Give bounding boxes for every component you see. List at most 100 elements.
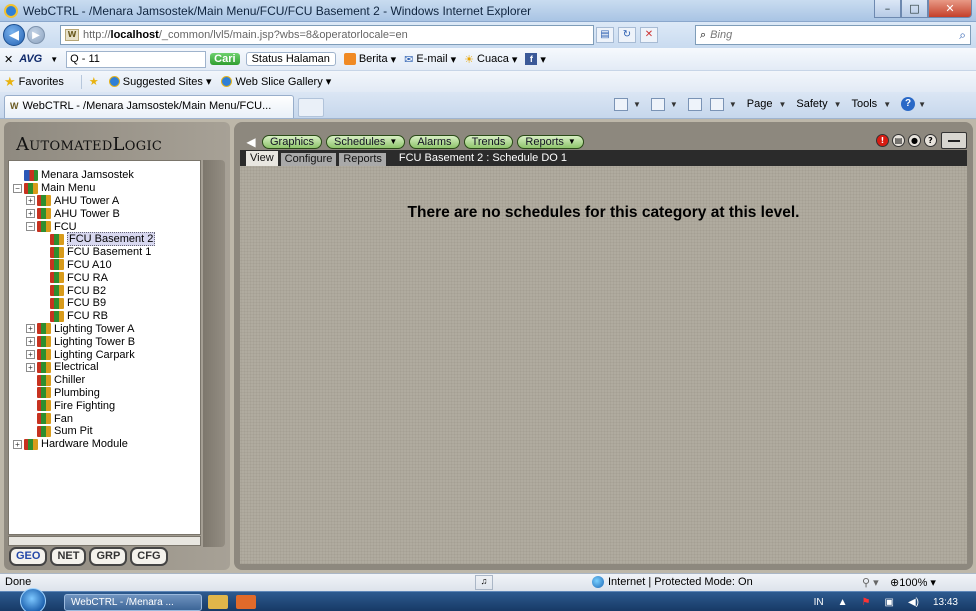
expand-icon[interactable]: + bbox=[26, 350, 35, 360]
page-menu[interactable]: Page bbox=[747, 98, 773, 110]
tree-item[interactable]: Plumbing bbox=[9, 387, 200, 400]
avg-logo[interactable]: AVG bbox=[19, 53, 42, 65]
avg-close-icon[interactable]: ✕ bbox=[4, 53, 13, 66]
close-button[interactable]: ✕ bbox=[928, 0, 972, 18]
tree-item[interactable]: + AHU Tower B bbox=[9, 207, 200, 220]
clock[interactable]: 13:43 bbox=[933, 597, 958, 608]
avg-search-input[interactable]: Q - 11 bbox=[66, 50, 207, 68]
tree-item[interactable]: FCU A10 bbox=[9, 259, 200, 272]
tree-item[interactable]: FCU Basement 2 bbox=[9, 232, 200, 247]
graphics-button[interactable]: Graphics bbox=[262, 134, 323, 149]
search-box[interactable]: ⌕ Bing ⌕ bbox=[695, 25, 971, 45]
subtab-view[interactable]: View bbox=[246, 151, 278, 166]
tree-tab-grp[interactable]: GRP bbox=[89, 547, 128, 566]
back-arrow-icon[interactable]: ◀ bbox=[240, 135, 262, 149]
tree-tab-geo[interactable]: GEO bbox=[9, 547, 48, 566]
tree-vertical-scrollbar[interactable] bbox=[203, 160, 225, 547]
subtab-reports[interactable]: Reports bbox=[339, 153, 386, 166]
browser-tab[interactable]: W WebCTRL - /Menara Jamsostek/Main Menu/F… bbox=[4, 95, 294, 118]
facebook-button[interactable]: f ▾ bbox=[525, 53, 546, 66]
collapse-icon[interactable]: − bbox=[26, 222, 35, 232]
print-dropdown-icon[interactable]: ▼ bbox=[729, 100, 737, 109]
tree-item[interactable]: + Hardware Module bbox=[9, 438, 200, 451]
tree-horizontal-scrollbar[interactable] bbox=[8, 536, 201, 546]
print-icon[interactable]: ▤ bbox=[892, 134, 905, 147]
network-icon[interactable]: ▣ bbox=[884, 597, 893, 608]
tree-item[interactable]: Sum Pit bbox=[9, 425, 200, 438]
back-button[interactable]: ◀ bbox=[3, 24, 25, 46]
help-icon[interactable]: ? bbox=[924, 134, 937, 147]
tree-item[interactable]: Menara Jamsostek bbox=[9, 169, 200, 182]
safety-dropdown-icon[interactable]: ▼ bbox=[834, 100, 842, 109]
expand-icon[interactable]: + bbox=[26, 337, 35, 347]
tree-item[interactable]: + Lighting Carpark bbox=[9, 348, 200, 361]
mail-icon[interactable] bbox=[687, 97, 702, 111]
tree-item[interactable]: FCU B9 bbox=[9, 297, 200, 310]
address-url[interactable]: http://localhost/_common/lvl5/main.jsp?w… bbox=[83, 29, 408, 41]
taskbar-ie-button[interactable]: WebCTRL - /Menara ... bbox=[64, 594, 202, 611]
tree-tab-cfg[interactable]: CFG bbox=[130, 547, 168, 566]
taskbar-explorer-icon[interactable] bbox=[208, 595, 228, 609]
berita-button[interactable]: Berita ▾ bbox=[343, 53, 396, 66]
dropdown-arrow-icon[interactable]: ▼ bbox=[389, 136, 397, 148]
taskbar-media-icon[interactable] bbox=[236, 595, 256, 609]
feeds-dropdown-icon[interactable]: ▼ bbox=[670, 100, 678, 109]
compatibility-view-icon[interactable]: ▤ bbox=[596, 27, 614, 43]
avg-dropdown-icon[interactable]: ▼ bbox=[50, 55, 58, 64]
security-zone[interactable]: Internet | Protected Mode: On bbox=[592, 576, 753, 588]
tray-flag-icon[interactable]: ⚑ bbox=[862, 597, 871, 608]
favorites-button[interactable]: ★ Favorites bbox=[4, 74, 64, 90]
schedules-button[interactable]: Schedules ▼ bbox=[326, 134, 406, 149]
volume-icon[interactable]: ◀) bbox=[908, 597, 919, 608]
tree-item[interactable]: FCU RB bbox=[9, 310, 200, 323]
new-tab-button[interactable] bbox=[298, 98, 324, 117]
tree-item[interactable]: Fan bbox=[9, 412, 200, 425]
search-go-icon[interactable]: ⌕ bbox=[959, 28, 966, 43]
expand-icon[interactable]: + bbox=[26, 209, 35, 219]
tree-item[interactable]: Fire Fighting bbox=[9, 399, 200, 412]
help-icon[interactable]: ? bbox=[901, 97, 916, 111]
start-button[interactable] bbox=[20, 588, 46, 611]
home-icon[interactable] bbox=[614, 97, 628, 111]
reports-button[interactable]: Reports ▼ bbox=[517, 134, 584, 149]
tree-item[interactable]: + Lighting Tower A bbox=[9, 323, 200, 336]
tree-item[interactable]: − Main Menu bbox=[9, 182, 200, 195]
alarms-button[interactable]: Alarms bbox=[409, 134, 460, 149]
feeds-icon[interactable] bbox=[650, 97, 665, 111]
lock-icon[interactable]: ● bbox=[908, 134, 921, 147]
expand-icon[interactable]: + bbox=[13, 439, 22, 449]
search-input[interactable]: Bing bbox=[710, 29, 732, 41]
page-dropdown-icon[interactable]: ▼ bbox=[778, 100, 786, 109]
tree-item[interactable]: + Electrical bbox=[9, 361, 200, 374]
tools-menu[interactable]: Tools bbox=[852, 98, 878, 110]
address-bar[interactable]: W http://localhost/_common/lvl5/main.jsp… bbox=[60, 25, 594, 45]
email-button[interactable]: ✉ E-mail ▾ bbox=[404, 53, 456, 66]
tree-item[interactable]: − FCU bbox=[9, 220, 200, 233]
language-indicator[interactable]: IN bbox=[814, 597, 824, 608]
tree-item[interactable]: FCU RA bbox=[9, 271, 200, 284]
trends-button[interactable]: Trends bbox=[463, 134, 514, 149]
tree-item[interactable]: + AHU Tower A bbox=[9, 195, 200, 208]
zoom-level[interactable]: ⊕100% ▾ bbox=[890, 576, 936, 589]
home-dropdown-icon[interactable]: ▼ bbox=[633, 100, 641, 109]
help-dropdown-icon[interactable]: ▼ bbox=[918, 100, 926, 109]
expand-icon[interactable]: + bbox=[26, 362, 35, 372]
tray-expand-icon[interactable]: ▲ bbox=[838, 597, 848, 608]
tree-tab-net[interactable]: NET bbox=[50, 547, 87, 566]
cari-button[interactable]: Cari bbox=[210, 53, 240, 65]
print-icon[interactable] bbox=[709, 97, 724, 111]
subtab-configure[interactable]: Configure bbox=[280, 153, 337, 166]
forward-button[interactable]: ▶ bbox=[27, 26, 45, 44]
status-halaman-button[interactable]: Status Halaman bbox=[245, 52, 336, 66]
minimize-button[interactable]: – bbox=[874, 0, 901, 18]
tree-item[interactable]: + Lighting Tower B bbox=[9, 335, 200, 348]
tree-item[interactable]: FCU Basement 1 bbox=[9, 246, 200, 259]
dropdown-arrow-icon[interactable]: ▼ bbox=[568, 136, 576, 148]
tree-item[interactable]: FCU B2 bbox=[9, 284, 200, 297]
tree-item[interactable]: Chiller bbox=[9, 374, 200, 387]
refresh-icon[interactable]: ↻ bbox=[618, 27, 636, 43]
stop-icon[interactable]: ✕ bbox=[640, 27, 658, 43]
menu-dropdown-button[interactable] bbox=[941, 132, 967, 149]
tools-dropdown-icon[interactable]: ▼ bbox=[883, 100, 891, 109]
add-favorites-icon[interactable]: ★ bbox=[89, 75, 99, 88]
